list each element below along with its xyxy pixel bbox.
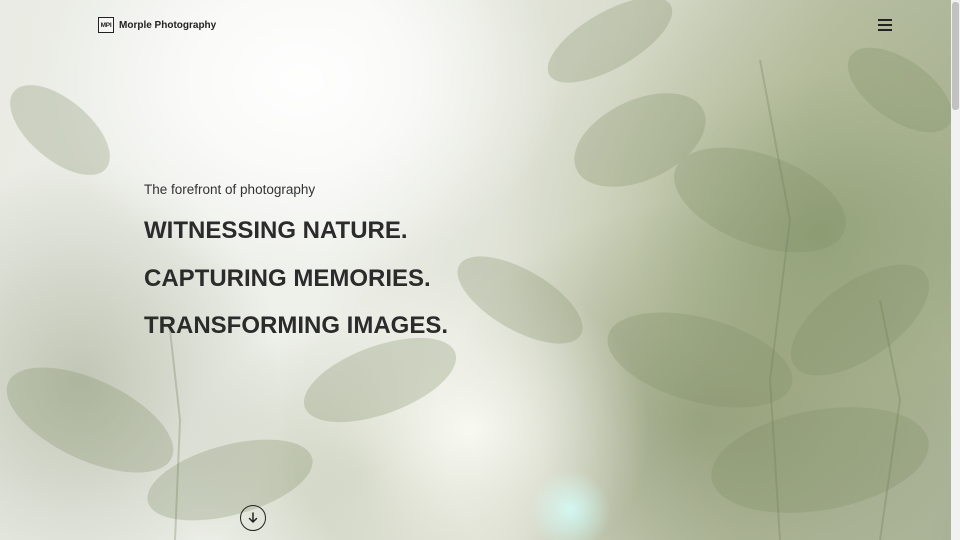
hero-text-block: The forefront of photography WITNESSING … [144,182,448,350]
brand-name-link[interactable]: Morple Photography [119,20,216,31]
foliage-graphic [6,0,951,540]
site-header: MPI Morple Photography [98,17,216,33]
page: MPI Morple Photography The forefront of … [0,0,960,540]
hero-headline-1: WITNESSING NATURE. [144,217,408,244]
hero-background-image [0,0,951,540]
vertical-scrollbar[interactable] [951,0,960,540]
brand-logo[interactable]: MPI [98,17,114,33]
scrollbar-thumb[interactable] [952,2,959,110]
arrow-down-icon [248,512,258,523]
hamburger-menu-icon[interactable] [878,19,896,35]
scroll-down-button[interactable] [240,505,266,531]
hero-tagline: The forefront of photography [144,182,316,197]
hero-headline-3: TRANSFORMING IMAGES. [144,312,448,339]
hero-headline-2: CAPTURING MEMORIES. [144,264,431,292]
